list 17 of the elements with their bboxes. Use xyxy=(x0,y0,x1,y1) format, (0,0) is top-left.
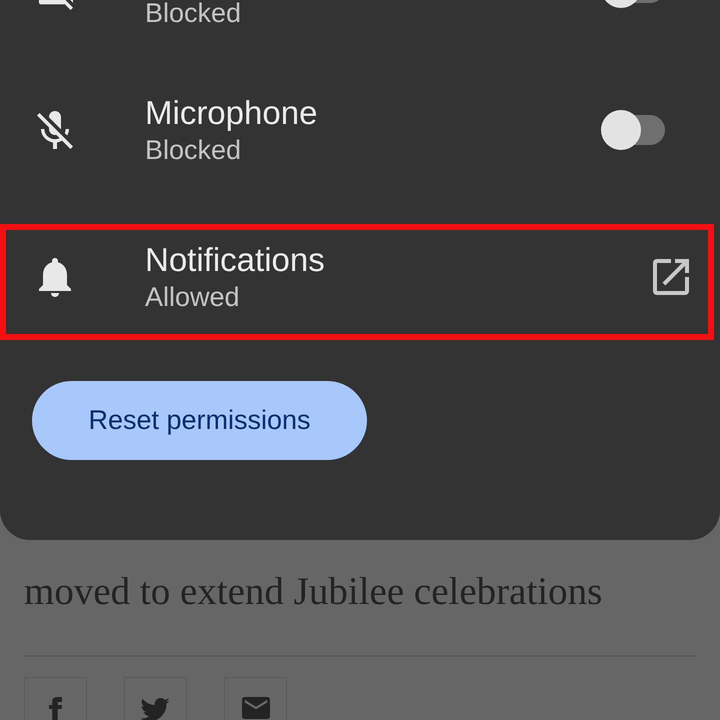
permission-title: Microphone xyxy=(145,93,318,133)
envelope-icon xyxy=(242,697,270,719)
bell-icon xyxy=(39,258,71,296)
reset-permissions-button[interactable]: Reset permissions xyxy=(32,380,367,460)
share-button[interactable] xyxy=(24,677,87,720)
permission-title: Notifications xyxy=(145,240,325,280)
share-button[interactable] xyxy=(224,677,287,720)
permission-status: Blocked xyxy=(145,0,242,30)
toggle-switch[interactable] xyxy=(601,110,665,150)
share-button[interactable] xyxy=(124,677,187,720)
permission-status: Blocked xyxy=(145,134,242,167)
f-letter-icon xyxy=(49,697,62,720)
open-external-icon[interactable] xyxy=(653,259,689,295)
article-paragraph: moved to extend Jubilee celebrations xyxy=(24,569,604,615)
mic-off-icon xyxy=(37,111,73,149)
bird-icon xyxy=(141,697,170,720)
permission-status: Allowed xyxy=(145,281,240,314)
